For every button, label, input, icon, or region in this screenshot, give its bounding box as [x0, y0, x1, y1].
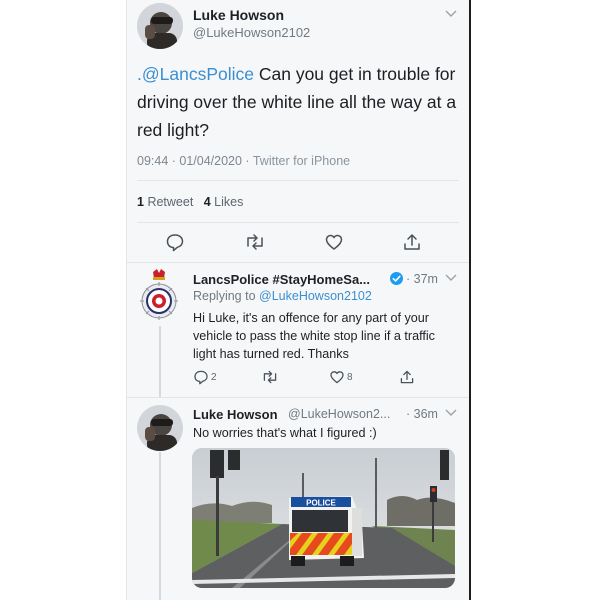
reply-author-name[interactable]: Luke Howson — [193, 407, 278, 422]
reply-icon[interactable] — [193, 369, 209, 390]
like-label: Likes — [214, 195, 244, 209]
van-label: POLICE — [306, 499, 336, 508]
tweet-stats: 1 Retweet 4 Likes — [137, 195, 243, 209]
reply-count: 2 — [211, 372, 217, 383]
like-count: 4 — [203, 195, 211, 209]
chevron-down-icon[interactable] — [445, 10, 457, 20]
reply-author-name[interactable]: LancsPolice #StayHomeSa... — [193, 272, 370, 287]
replying-prefix: Replying to — [193, 289, 256, 303]
retweet-count: 1 — [137, 195, 144, 209]
mention-link[interactable]: .@LancsPolice — [137, 64, 254, 84]
reply-author-avatar[interactable] — [137, 405, 183, 451]
divider — [127, 397, 469, 398]
tweet-text: .@LancsPolice Can you get in trouble for… — [137, 60, 457, 144]
like-count: 8 — [347, 372, 353, 383]
chevron-down-icon[interactable] — [445, 409, 457, 419]
panel-right-edge — [469, 0, 471, 600]
verified-icon — [389, 271, 404, 291]
retweet-stat[interactable]: 1 Retweet — [137, 195, 193, 209]
divider — [137, 180, 459, 181]
author-handle[interactable]: @LukeHowson2102 — [193, 25, 310, 40]
like-stat[interactable]: 4 Likes — [204, 195, 244, 209]
retweet-icon[interactable] — [244, 232, 266, 257]
retweet-label: Retweet — [147, 195, 194, 209]
reply-author-handle[interactable]: @LukeHowson2... — [288, 407, 390, 421]
reply-text: No worries that's what I figured :) — [193, 426, 377, 440]
reply-text: Hi Luke, it's an offence for any part of… — [193, 311, 435, 361]
thread-line — [159, 452, 161, 600]
divider — [127, 262, 469, 263]
reply-icon[interactable] — [165, 232, 185, 257]
tweet-meta: 09:44 · 01/04/2020 · Twitter for iPhone — [137, 154, 350, 168]
like-icon[interactable] — [329, 369, 345, 390]
share-icon[interactable] — [402, 232, 422, 257]
tweet-thread-panel: Luke Howson @LukeHowson2102 .@LancsPolic… — [127, 0, 469, 600]
share-icon[interactable] — [399, 369, 415, 390]
like-icon[interactable] — [324, 232, 344, 257]
thread-line — [159, 326, 161, 398]
reply-time: · 36m — [406, 407, 438, 421]
attached-photo[interactable]: POLICE — [192, 448, 455, 588]
replying-to: Replying to @LukeHowson2102 — [193, 289, 372, 303]
source-link[interactable]: Twitter for iPhone — [253, 154, 350, 168]
author-name[interactable]: Luke Howson — [193, 7, 284, 23]
police-badge-icon[interactable] — [137, 268, 181, 324]
retweet-icon[interactable] — [261, 369, 279, 390]
reply-time: · 37m — [406, 272, 438, 286]
timestamp: 09:44 · 01/04/2020 · — [137, 154, 250, 168]
replying-handle-link[interactable]: @LukeHowson2102 — [259, 289, 372, 303]
chevron-down-icon[interactable] — [445, 274, 457, 284]
divider — [137, 222, 459, 223]
author-avatar[interactable] — [137, 3, 183, 49]
